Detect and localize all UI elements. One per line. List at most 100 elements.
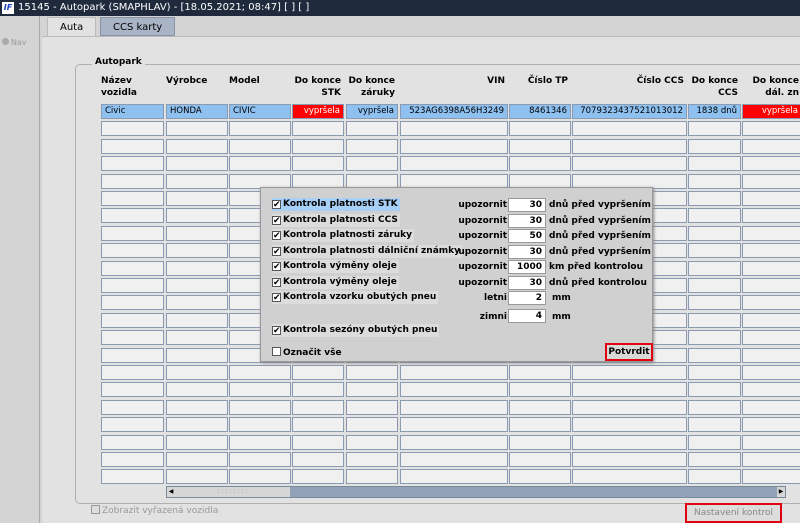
empty-cell[interactable]: [229, 156, 291, 172]
empty-cell[interactable]: [229, 365, 291, 380]
empty-cell[interactable]: [742, 452, 800, 467]
empty-cell[interactable]: [292, 417, 344, 433]
empty-cell[interactable]: [101, 347, 164, 363]
empty-cell[interactable]: [742, 469, 800, 485]
empty-cell[interactable]: [509, 382, 571, 398]
empty-cell[interactable]: [166, 191, 228, 206]
empty-cell[interactable]: [166, 208, 228, 224]
show-retired-checkbox[interactable]: Zobrazit vyřazená vozidla: [91, 505, 218, 516]
empty-cell[interactable]: [688, 382, 741, 398]
check-value-input[interactable]: 1000: [508, 260, 546, 274]
empty-cell[interactable]: [742, 312, 800, 328]
empty-cell[interactable]: [166, 295, 228, 311]
winter-input[interactable]: 4: [508, 309, 546, 323]
empty-cell[interactable]: [166, 417, 228, 433]
empty-cell[interactable]: [229, 121, 291, 137]
empty-cell[interactable]: [346, 399, 398, 415]
empty-cell[interactable]: [101, 382, 164, 398]
scroll-right-icon[interactable]: ▶: [777, 487, 785, 497]
empty-cell[interactable]: [572, 434, 687, 450]
empty-cell[interactable]: [688, 434, 741, 450]
empty-cell[interactable]: [292, 156, 344, 172]
empty-cell[interactable]: [166, 347, 228, 363]
empty-cell[interactable]: [166, 399, 228, 415]
empty-cell[interactable]: [742, 399, 800, 415]
empty-cell[interactable]: [688, 347, 741, 363]
empty-cell[interactable]: [346, 434, 398, 450]
empty-cell[interactable]: [101, 469, 164, 485]
scroll-thumb[interactable]: : : : : : : : :: [175, 487, 290, 497]
empty-cell[interactable]: [346, 469, 398, 485]
empty-cell[interactable]: [346, 382, 398, 398]
empty-cell[interactable]: [346, 365, 398, 380]
empty-cell[interactable]: [101, 417, 164, 433]
empty-cell[interactable]: [346, 452, 398, 467]
empty-cell[interactable]: [166, 138, 228, 154]
empty-cell[interactable]: [509, 452, 571, 467]
empty-cell[interactable]: [292, 434, 344, 450]
empty-cell[interactable]: [400, 382, 508, 398]
select-all-checkbox[interactable]: Označit vše: [272, 347, 344, 360]
check-row-1[interactable]: ✔ Kontrola platnosti CCS: [272, 213, 400, 227]
check-value-input[interactable]: 30: [508, 244, 546, 259]
empty-cell[interactable]: [346, 138, 398, 154]
empty-cell[interactable]: [742, 156, 800, 172]
empty-cell[interactable]: [166, 156, 228, 172]
empty-cell[interactable]: [166, 278, 228, 293]
empty-cell[interactable]: [688, 295, 741, 311]
empty-cell[interactable]: [101, 208, 164, 224]
empty-cell[interactable]: [166, 243, 228, 259]
empty-cell[interactable]: [688, 312, 741, 328]
empty-cell[interactable]: [742, 225, 800, 241]
empty-cell[interactable]: [572, 417, 687, 433]
empty-cell[interactable]: [742, 121, 800, 137]
table-cell[interactable]: CIVIC: [229, 104, 291, 119]
check-row-0[interactable]: ✔ Kontrola platnosti STK: [272, 198, 400, 211]
empty-cell[interactable]: [101, 243, 164, 259]
empty-cell[interactable]: [742, 365, 800, 380]
tab-ccs-karty[interactable]: CCS karty: [100, 17, 176, 36]
empty-cell[interactable]: [509, 399, 571, 415]
empty-cell[interactable]: [688, 243, 741, 259]
empty-cell[interactable]: [742, 191, 800, 206]
empty-cell[interactable]: [292, 365, 344, 380]
empty-cell[interactable]: [688, 365, 741, 380]
empty-cell[interactable]: [101, 260, 164, 276]
season-checkbox[interactable]: ✔ Kontrola sezóny obutých pneu: [272, 324, 440, 337]
horizontal-scrollbar[interactable]: ◀ : : : : : : : : ▶: [166, 486, 786, 498]
empty-cell[interactable]: [400, 121, 508, 137]
empty-cell[interactable]: [101, 138, 164, 154]
empty-cell[interactable]: [688, 191, 741, 206]
empty-cell[interactable]: [346, 121, 398, 137]
empty-cell[interactable]: [101, 434, 164, 450]
empty-cell[interactable]: [166, 469, 228, 485]
empty-cell[interactable]: [292, 452, 344, 467]
empty-cell[interactable]: [400, 156, 508, 172]
check-value-input[interactable]: 2: [508, 291, 546, 305]
empty-cell[interactable]: [101, 225, 164, 241]
empty-cell[interactable]: [166, 225, 228, 241]
empty-cell[interactable]: [742, 330, 800, 346]
empty-cell[interactable]: [400, 434, 508, 450]
empty-cell[interactable]: [346, 417, 398, 433]
empty-cell[interactable]: [400, 399, 508, 415]
table-cell[interactable]: 7079323437521013012: [572, 104, 687, 119]
table-cell[interactable]: Civic: [101, 104, 164, 119]
empty-cell[interactable]: [688, 469, 741, 485]
empty-cell[interactable]: [688, 225, 741, 241]
empty-cell[interactable]: [742, 173, 800, 189]
empty-cell[interactable]: [400, 138, 508, 154]
empty-cell[interactable]: [742, 382, 800, 398]
empty-cell[interactable]: [572, 382, 687, 398]
empty-cell[interactable]: [509, 138, 571, 154]
empty-cell[interactable]: [509, 365, 571, 380]
empty-cell[interactable]: [101, 156, 164, 172]
table-cell[interactable]: 523AG6398A56H3249: [400, 104, 508, 119]
empty-cell[interactable]: [742, 347, 800, 363]
empty-cell[interactable]: [572, 138, 687, 154]
empty-cell[interactable]: [101, 295, 164, 311]
empty-cell[interactable]: [229, 417, 291, 433]
empty-cell[interactable]: [572, 121, 687, 137]
check-row-5[interactable]: ✔ Kontrola výměny oleje: [272, 275, 399, 289]
empty-cell[interactable]: [292, 121, 344, 137]
